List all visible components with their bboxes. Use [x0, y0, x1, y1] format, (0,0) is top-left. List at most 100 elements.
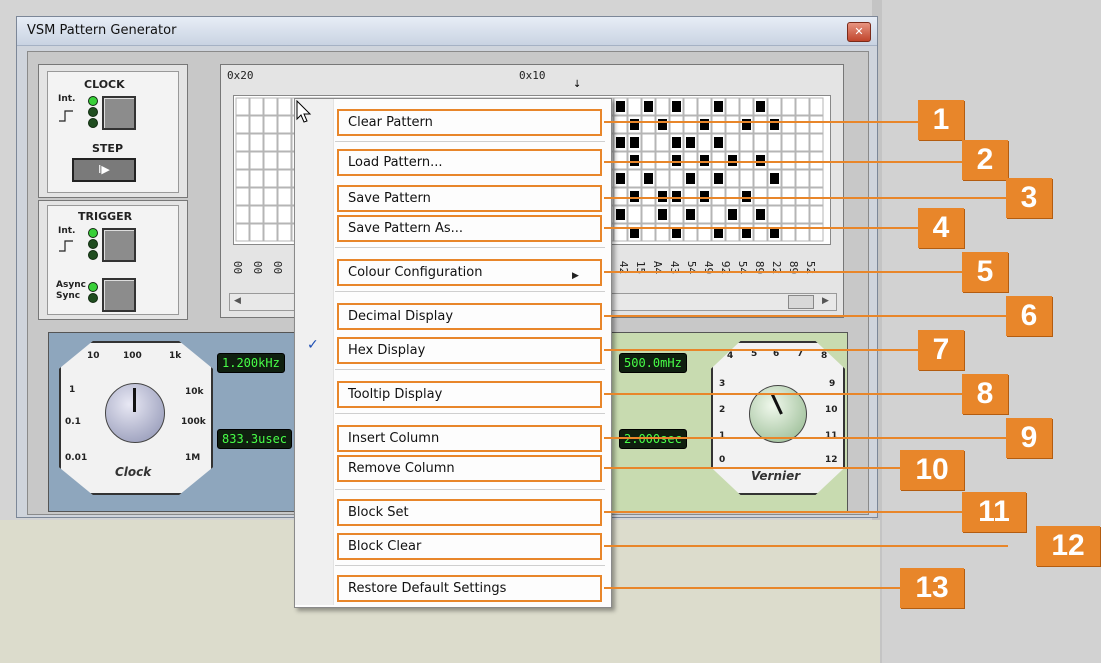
close-button[interactable]: ✕: [847, 22, 871, 42]
grid-cell-set[interactable]: [686, 173, 695, 184]
grid-cell[interactable]: [781, 115, 796, 134]
grid-cell-set[interactable]: [756, 209, 765, 220]
grid-cell[interactable]: [263, 223, 278, 242]
menu-item-block-clear[interactable]: Block Clear: [337, 533, 602, 560]
grid-cell[interactable]: [725, 133, 740, 152]
grid-cell-set[interactable]: [714, 173, 723, 184]
grid-cell[interactable]: [641, 205, 656, 224]
grid-cell[interactable]: [235, 187, 250, 206]
grid-cell-set[interactable]: [630, 137, 639, 148]
grid-cell[interactable]: [795, 133, 810, 152]
sync-mode-button[interactable]: [102, 278, 136, 312]
grid-cell[interactable]: [809, 205, 824, 224]
scroll-left-icon[interactable]: ◀: [234, 296, 241, 306]
grid-cell[interactable]: [669, 205, 684, 224]
grid-cell-set[interactable]: [714, 101, 723, 112]
grid-cell-set[interactable]: [686, 137, 695, 148]
grid-cell[interactable]: [249, 205, 264, 224]
grid-cell[interactable]: [235, 151, 250, 170]
grid-cell[interactable]: [795, 115, 810, 134]
grid-cell[interactable]: [725, 115, 740, 134]
grid-cell[interactable]: [235, 169, 250, 188]
grid-cell[interactable]: [809, 169, 824, 188]
grid-cell[interactable]: [739, 133, 754, 152]
grid-cell[interactable]: [683, 97, 698, 116]
grid-cell[interactable]: [739, 169, 754, 188]
grid-cell[interactable]: [249, 223, 264, 242]
grid-cell[interactable]: [795, 205, 810, 224]
grid-cell[interactable]: [235, 223, 250, 242]
grid-cell[interactable]: [795, 169, 810, 188]
grid-cell-set[interactable]: [658, 209, 667, 220]
grid-cell[interactable]: [627, 205, 642, 224]
scroll-right-icon[interactable]: ▶: [822, 296, 829, 306]
step-button[interactable]: I▶: [72, 158, 136, 182]
grid-cell[interactable]: [711, 115, 726, 134]
grid-cell[interactable]: [235, 97, 250, 116]
grid-cell-set[interactable]: [616, 137, 625, 148]
grid-cell[interactable]: [249, 151, 264, 170]
clock-mode-button[interactable]: [102, 96, 136, 130]
grid-cell[interactable]: [753, 169, 768, 188]
grid-cell-set[interactable]: [728, 209, 737, 220]
menu-item-block-set[interactable]: Block Set: [337, 499, 602, 526]
grid-cell[interactable]: [627, 97, 642, 116]
grid-cell[interactable]: [613, 115, 628, 134]
grid-cell[interactable]: [277, 115, 292, 134]
grid-cell[interactable]: [683, 115, 698, 134]
grid-cell[interactable]: [263, 169, 278, 188]
menu-item-load-pattern[interactable]: Load Pattern...: [337, 149, 602, 176]
grid-cell[interactable]: [263, 115, 278, 134]
grid-cell[interactable]: [249, 115, 264, 134]
grid-cell[interactable]: [725, 97, 740, 116]
grid-cell[interactable]: [641, 133, 656, 152]
grid-cell[interactable]: [655, 133, 670, 152]
title-bar[interactable]: VSM Pattern Generator ✕: [17, 17, 877, 46]
grid-cell-set[interactable]: [686, 209, 695, 220]
grid-cell[interactable]: [781, 133, 796, 152]
grid-cell[interactable]: [697, 205, 712, 224]
grid-cell[interactable]: [753, 115, 768, 134]
grid-cell[interactable]: [795, 97, 810, 116]
grid-cell-set[interactable]: [714, 137, 723, 148]
grid-cell[interactable]: [781, 169, 796, 188]
clock-knob[interactable]: [105, 383, 165, 443]
grid-cell[interactable]: [767, 97, 782, 116]
grid-cell[interactable]: [627, 169, 642, 188]
grid-cell[interactable]: [263, 187, 278, 206]
grid-cell-set[interactable]: [756, 101, 765, 112]
grid-cell[interactable]: [235, 205, 250, 224]
grid-cell[interactable]: [277, 151, 292, 170]
grid-cell[interactable]: [781, 205, 796, 224]
grid-cell[interactable]: [277, 223, 292, 242]
grid-cell[interactable]: [697, 133, 712, 152]
grid-cell[interactable]: [235, 115, 250, 134]
grid-cell[interactable]: [767, 205, 782, 224]
grid-cell[interactable]: [235, 133, 250, 152]
grid-cell[interactable]: [249, 97, 264, 116]
grid-cell[interactable]: [711, 205, 726, 224]
menu-item-remove-column[interactable]: Remove Column: [337, 455, 602, 482]
grid-cell[interactable]: [809, 115, 824, 134]
grid-cell[interactable]: [249, 169, 264, 188]
grid-cell[interactable]: [641, 115, 656, 134]
grid-cell[interactable]: [655, 97, 670, 116]
menu-item-clear-pattern[interactable]: Clear Pattern: [337, 109, 602, 136]
grid-cell[interactable]: [655, 169, 670, 188]
menu-item-insert-column[interactable]: Insert Column: [337, 425, 602, 452]
grid-cell[interactable]: [809, 97, 824, 116]
grid-cell[interactable]: [263, 151, 278, 170]
grid-cell-set[interactable]: [616, 209, 625, 220]
grid-cell[interactable]: [263, 205, 278, 224]
grid-cell[interactable]: [669, 115, 684, 134]
grid-cell-set[interactable]: [616, 101, 625, 112]
grid-cell[interactable]: [277, 169, 292, 188]
grid-cell[interactable]: [277, 205, 292, 224]
grid-cell[interactable]: [277, 133, 292, 152]
grid-cell[interactable]: [277, 187, 292, 206]
grid-cell[interactable]: [809, 133, 824, 152]
menu-item-colour-configuration[interactable]: Colour Configuration: [337, 259, 602, 286]
grid-cell-set[interactable]: [672, 101, 681, 112]
grid-cell[interactable]: [753, 133, 768, 152]
scroll-thumb[interactable]: [788, 295, 814, 309]
